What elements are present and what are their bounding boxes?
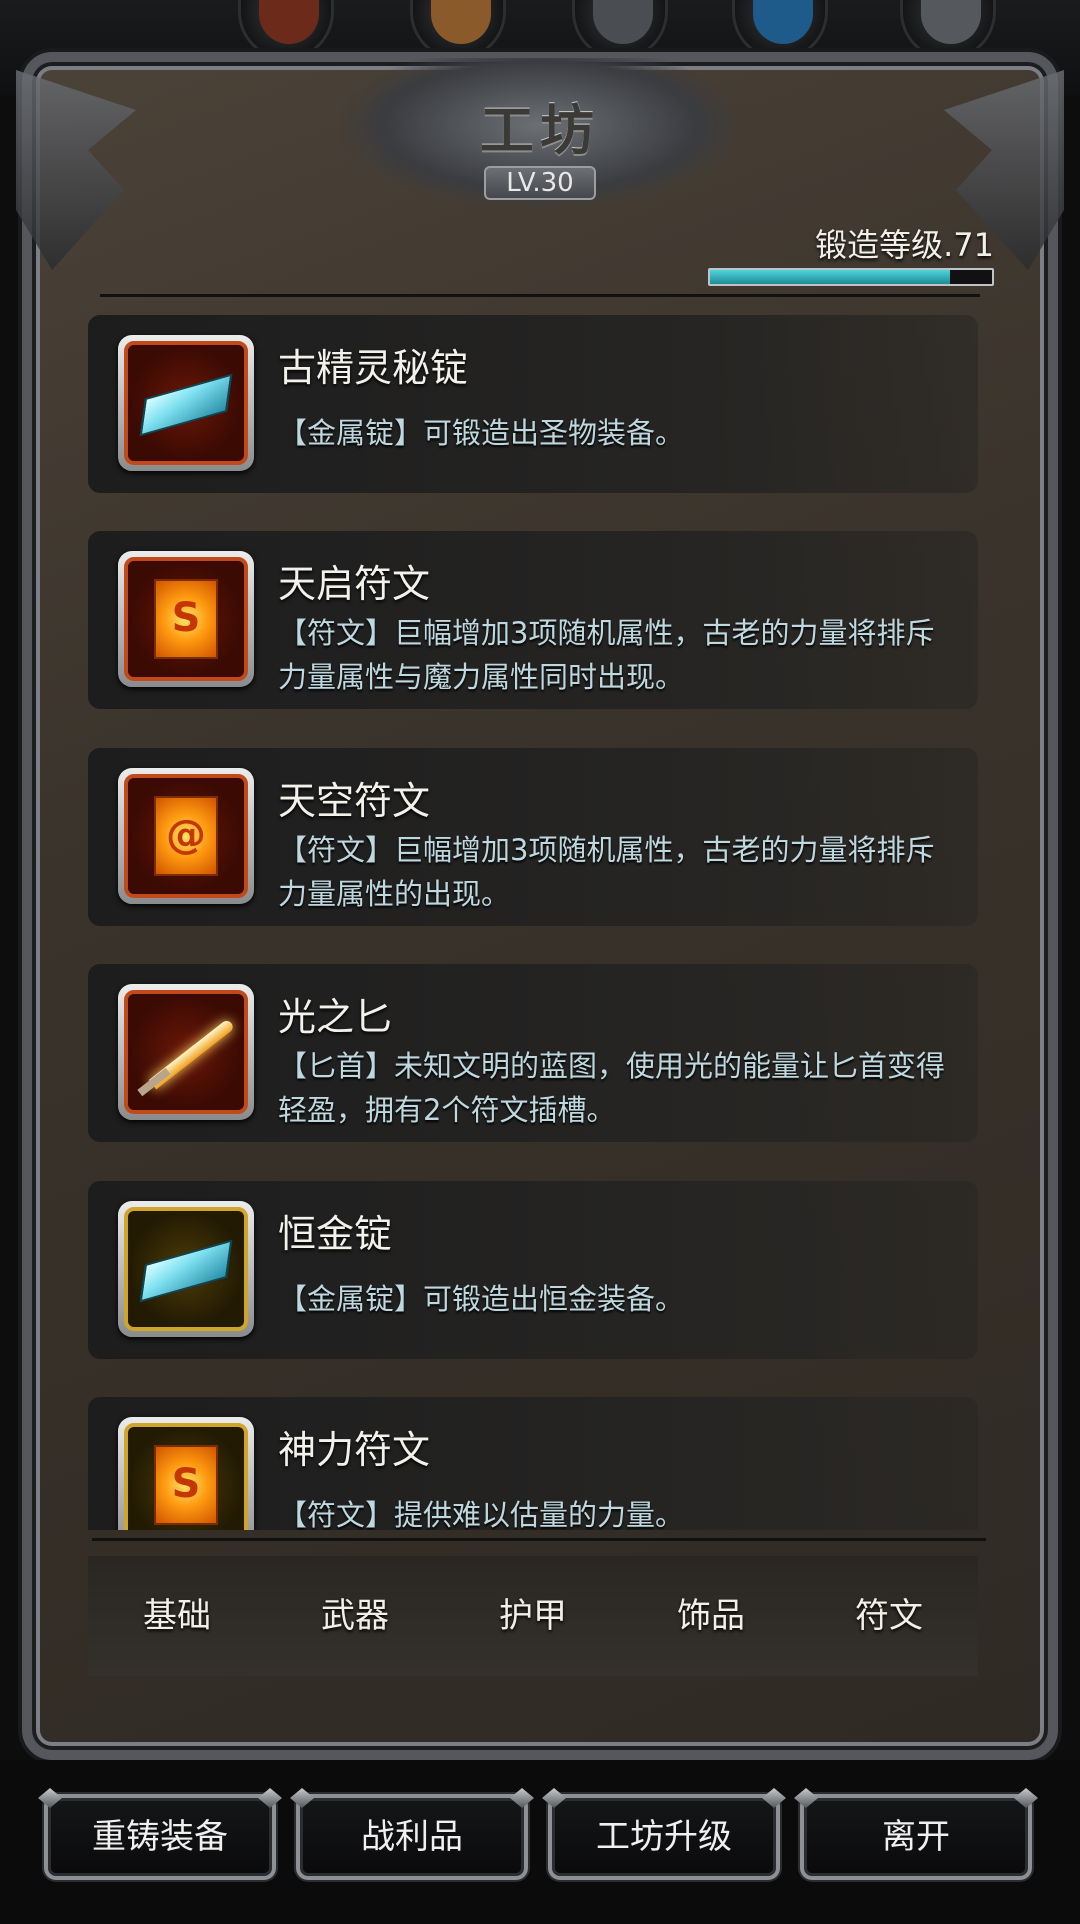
divider — [100, 294, 980, 297]
level-badge: LV.30 — [484, 166, 596, 200]
item-name: 天启符文 — [278, 562, 431, 606]
item-name: 神力符文 — [278, 1428, 431, 1472]
reforge-button[interactable]: 重铸装备 — [44, 1794, 276, 1880]
list-item[interactable]: 恒金锭 【金属锭】可锻造出恒金装备。 — [88, 1181, 978, 1359]
tab-weapons[interactable]: 武器 — [266, 1556, 444, 1676]
workshop-upgrade-button[interactable]: 工坊升级 — [548, 1794, 780, 1880]
resource-slot-4[interactable] — [732, 0, 828, 60]
forge-progress-bar — [708, 268, 994, 286]
forge-progress-fill — [710, 270, 950, 284]
item-name: 恒金锭 — [278, 1212, 393, 1256]
item-icon-frame: S — [118, 551, 254, 687]
item-icon-frame: @ — [118, 768, 254, 904]
resource-slot-2[interactable] — [410, 0, 506, 60]
tab-accessories[interactable]: 饰品 — [622, 1556, 800, 1676]
ingot-icon — [124, 341, 248, 465]
item-desc: 【匕首】未知文明的蓝图，使用光的能量让匕首变得轻盈，拥有2个符文插槽。 — [278, 1049, 946, 1127]
list-item[interactable]: 古精灵秘锭 【金属锭】可锻造出圣物装备。 — [88, 315, 978, 493]
resource-icon — [431, 0, 491, 44]
item-desc: 【符文】提供难以估量的力量。 — [278, 1498, 685, 1530]
resource-icon — [753, 0, 813, 44]
tab-runes[interactable]: 符文 — [800, 1556, 978, 1676]
loot-button[interactable]: 战利品 — [296, 1794, 528, 1880]
list-item[interactable]: S 神力符文 【符文】提供难以估量的力量。 — [88, 1397, 978, 1530]
leave-button[interactable]: 离开 — [800, 1794, 1032, 1880]
rune-icon: S — [124, 557, 248, 681]
list-item[interactable]: @ 天空符文 【符文】巨幅增加3项随机属性，古老的力量将排斥力量属性的出现。 — [88, 748, 978, 926]
item-desc: 【金属锭】可锻造出圣物装备。 — [278, 416, 685, 450]
resource-slot-3[interactable] — [572, 0, 668, 60]
resource-slot-1[interactable] — [238, 0, 334, 60]
item-name: 古精灵秘锭 — [278, 346, 469, 390]
item-icon-frame — [118, 984, 254, 1120]
item-desc: 【符文】巨幅增加3项随机属性，古老的力量将排斥力量属性的出现。 — [278, 833, 935, 911]
rune-icon: @ — [124, 774, 248, 898]
forge-level-label: 锻造等级.71 — [815, 226, 994, 264]
page-title: 工坊 — [480, 99, 600, 162]
item-desc: 【金属锭】可锻造出恒金装备。 — [278, 1282, 685, 1316]
divider — [92, 1538, 986, 1541]
list-item[interactable]: 光之匕 【匕首】未知文明的蓝图，使用光的能量让匕首变得轻盈，拥有2个符文插槽。 — [88, 964, 978, 1142]
item-icon-frame — [118, 335, 254, 471]
tab-basic[interactable]: 基础 — [88, 1556, 266, 1676]
resource-icon — [921, 0, 981, 44]
recipe-list[interactable]: 古精灵秘锭 【金属锭】可锻造出圣物装备。 S 天启符文 【符文】巨幅增加3项随机… — [88, 312, 978, 1530]
dagger-icon — [124, 990, 248, 1114]
item-name: 光之匕 — [278, 995, 393, 1039]
list-item[interactable]: S 天启符文 【符文】巨幅增加3项随机属性，古老的力量将排斥力量属性与魔力属性同… — [88, 531, 978, 709]
category-tabs: 基础 武器 护甲 饰品 符文 — [88, 1556, 978, 1676]
item-icon-frame — [118, 1201, 254, 1337]
item-desc: 【符文】巨幅增加3项随机属性，古老的力量将排斥力量属性与魔力属性同时出现。 — [278, 616, 935, 694]
tab-armor[interactable]: 护甲 — [444, 1556, 622, 1676]
rune-icon: S — [124, 1423, 248, 1530]
resource-icon — [593, 0, 653, 44]
item-name: 天空符文 — [278, 779, 431, 823]
ingot-icon — [124, 1207, 248, 1331]
item-icon-frame: S — [118, 1417, 254, 1530]
resource-icon — [259, 0, 319, 44]
resource-slot-5[interactable] — [900, 0, 996, 60]
